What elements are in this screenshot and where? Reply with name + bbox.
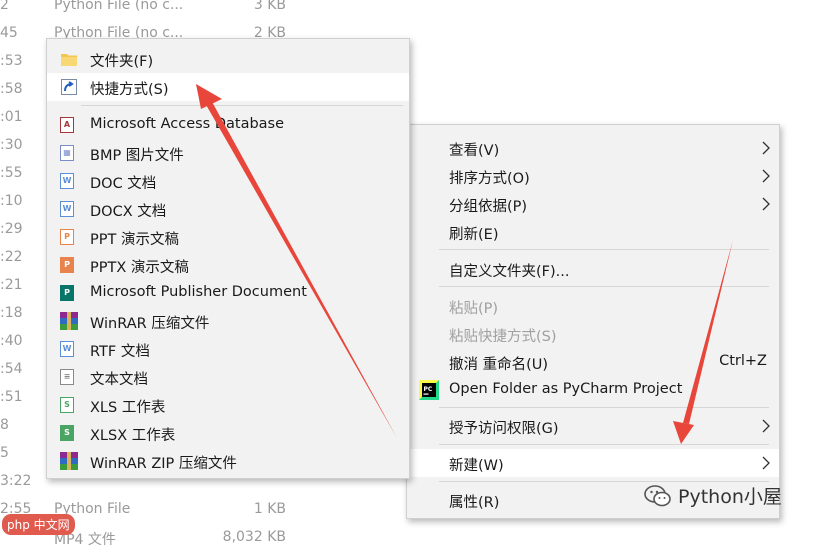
winrar-icon — [60, 312, 78, 330]
rtf-icon: W — [60, 341, 74, 357]
doc-icon: W — [60, 173, 74, 189]
menu-item-paste-shortcut[interactable]: 粘贴快捷方式(S) — [407, 320, 779, 348]
chevron-right-icon — [762, 456, 770, 470]
folder-icon — [61, 54, 77, 66]
new-item-rtf[interactable]: W RTF 文档 — [47, 335, 409, 363]
winrar-zip-icon — [60, 452, 78, 470]
menu-item-give-access[interactable]: 授予访问权限(G) — [407, 412, 779, 440]
access-icon: A — [60, 117, 74, 133]
new-item-xls[interactable]: S XLS 工作表 — [47, 391, 409, 419]
chevron-right-icon — [762, 419, 770, 433]
docx-icon: W — [60, 201, 74, 217]
pptx-icon: P — [60, 257, 74, 273]
menu-item-open-pycharm[interactable]: PC Open Folder as PyCharm Project — [407, 376, 779, 404]
publisher-icon: P — [60, 285, 74, 301]
new-item-shortcut[interactable]: 快捷方式(S) — [47, 73, 409, 101]
file-row[interactable]: MP4 文件 8,032 KB — [0, 525, 820, 553]
new-item-pptx[interactable]: P PPTX 演示文稿 — [47, 251, 409, 279]
menu-item-view[interactable]: 查看(V) — [407, 134, 779, 162]
new-item-xlsx[interactable]: S XLSX 工作表 — [47, 419, 409, 447]
new-item-bmp[interactable]: ▦ BMP 图片文件 — [47, 139, 409, 167]
php-badge: php 中文网 — [2, 514, 75, 535]
menu-item-group-by[interactable]: 分组依据(P) — [407, 190, 779, 218]
new-item-ppt[interactable]: P PPT 演示文稿 — [47, 223, 409, 251]
file-row[interactable]: 2 Python File (no c... 3 KB — [0, 0, 820, 21]
bmp-icon: ▦ — [60, 145, 74, 161]
new-submenu: 文件夹(F) 快捷方式(S) A Microsoft Access Databa… — [46, 38, 410, 479]
svg-text:PC: PC — [424, 386, 433, 393]
menu-item-customize-folder[interactable]: 自定义文件夹(F)... — [407, 255, 779, 283]
wechat-icon — [644, 485, 671, 507]
menu-item-undo-rename[interactable]: 撤消 重命名(U) Ctrl+Z — [407, 348, 779, 376]
new-item-winrar-zip[interactable]: WinRAR ZIP 压缩文件 — [47, 447, 409, 475]
menu-separator — [439, 444, 769, 445]
menu-separator — [81, 105, 403, 106]
menu-separator — [439, 286, 769, 287]
xlsx-icon: S — [60, 425, 74, 441]
menu-item-refresh[interactable]: 刷新(E) — [407, 218, 779, 246]
context-menu: 查看(V) 排序方式(O) 分组依据(P) 刷新(E) 自定义文件夹(F)...… — [406, 124, 780, 519]
menu-item-sort-by[interactable]: 排序方式(O) — [407, 162, 779, 190]
shortcut-hint: Ctrl+Z — [719, 353, 767, 369]
new-item-text[interactable]: ≡ 文本文档 — [47, 363, 409, 391]
pycharm-icon: PC — [419, 380, 439, 400]
new-item-publisher[interactable]: P Microsoft Publisher Document — [47, 279, 409, 307]
xls-icon: S — [60, 397, 74, 413]
menu-item-paste[interactable]: 粘贴(P) — [407, 292, 779, 320]
new-item-doc[interactable]: W DOC 文档 — [47, 167, 409, 195]
chevron-right-icon — [762, 197, 770, 211]
new-item-access[interactable]: A Microsoft Access Database — [47, 111, 409, 139]
menu-item-new[interactable]: 新建(W) — [407, 449, 779, 477]
menu-separator — [439, 249, 769, 250]
menu-separator — [439, 407, 769, 408]
shortcut-icon — [61, 79, 77, 95]
watermark-text: Python小屋 — [678, 486, 782, 508]
new-item-folder[interactable]: 文件夹(F) — [47, 45, 409, 73]
new-item-docx[interactable]: W DOCX 文档 — [47, 195, 409, 223]
new-item-winrar[interactable]: WinRAR 压缩文件 — [47, 307, 409, 335]
chevron-right-icon — [762, 169, 770, 183]
chevron-right-icon — [762, 141, 770, 155]
text-icon: ≡ — [60, 369, 74, 385]
ppt-icon: P — [60, 229, 74, 245]
